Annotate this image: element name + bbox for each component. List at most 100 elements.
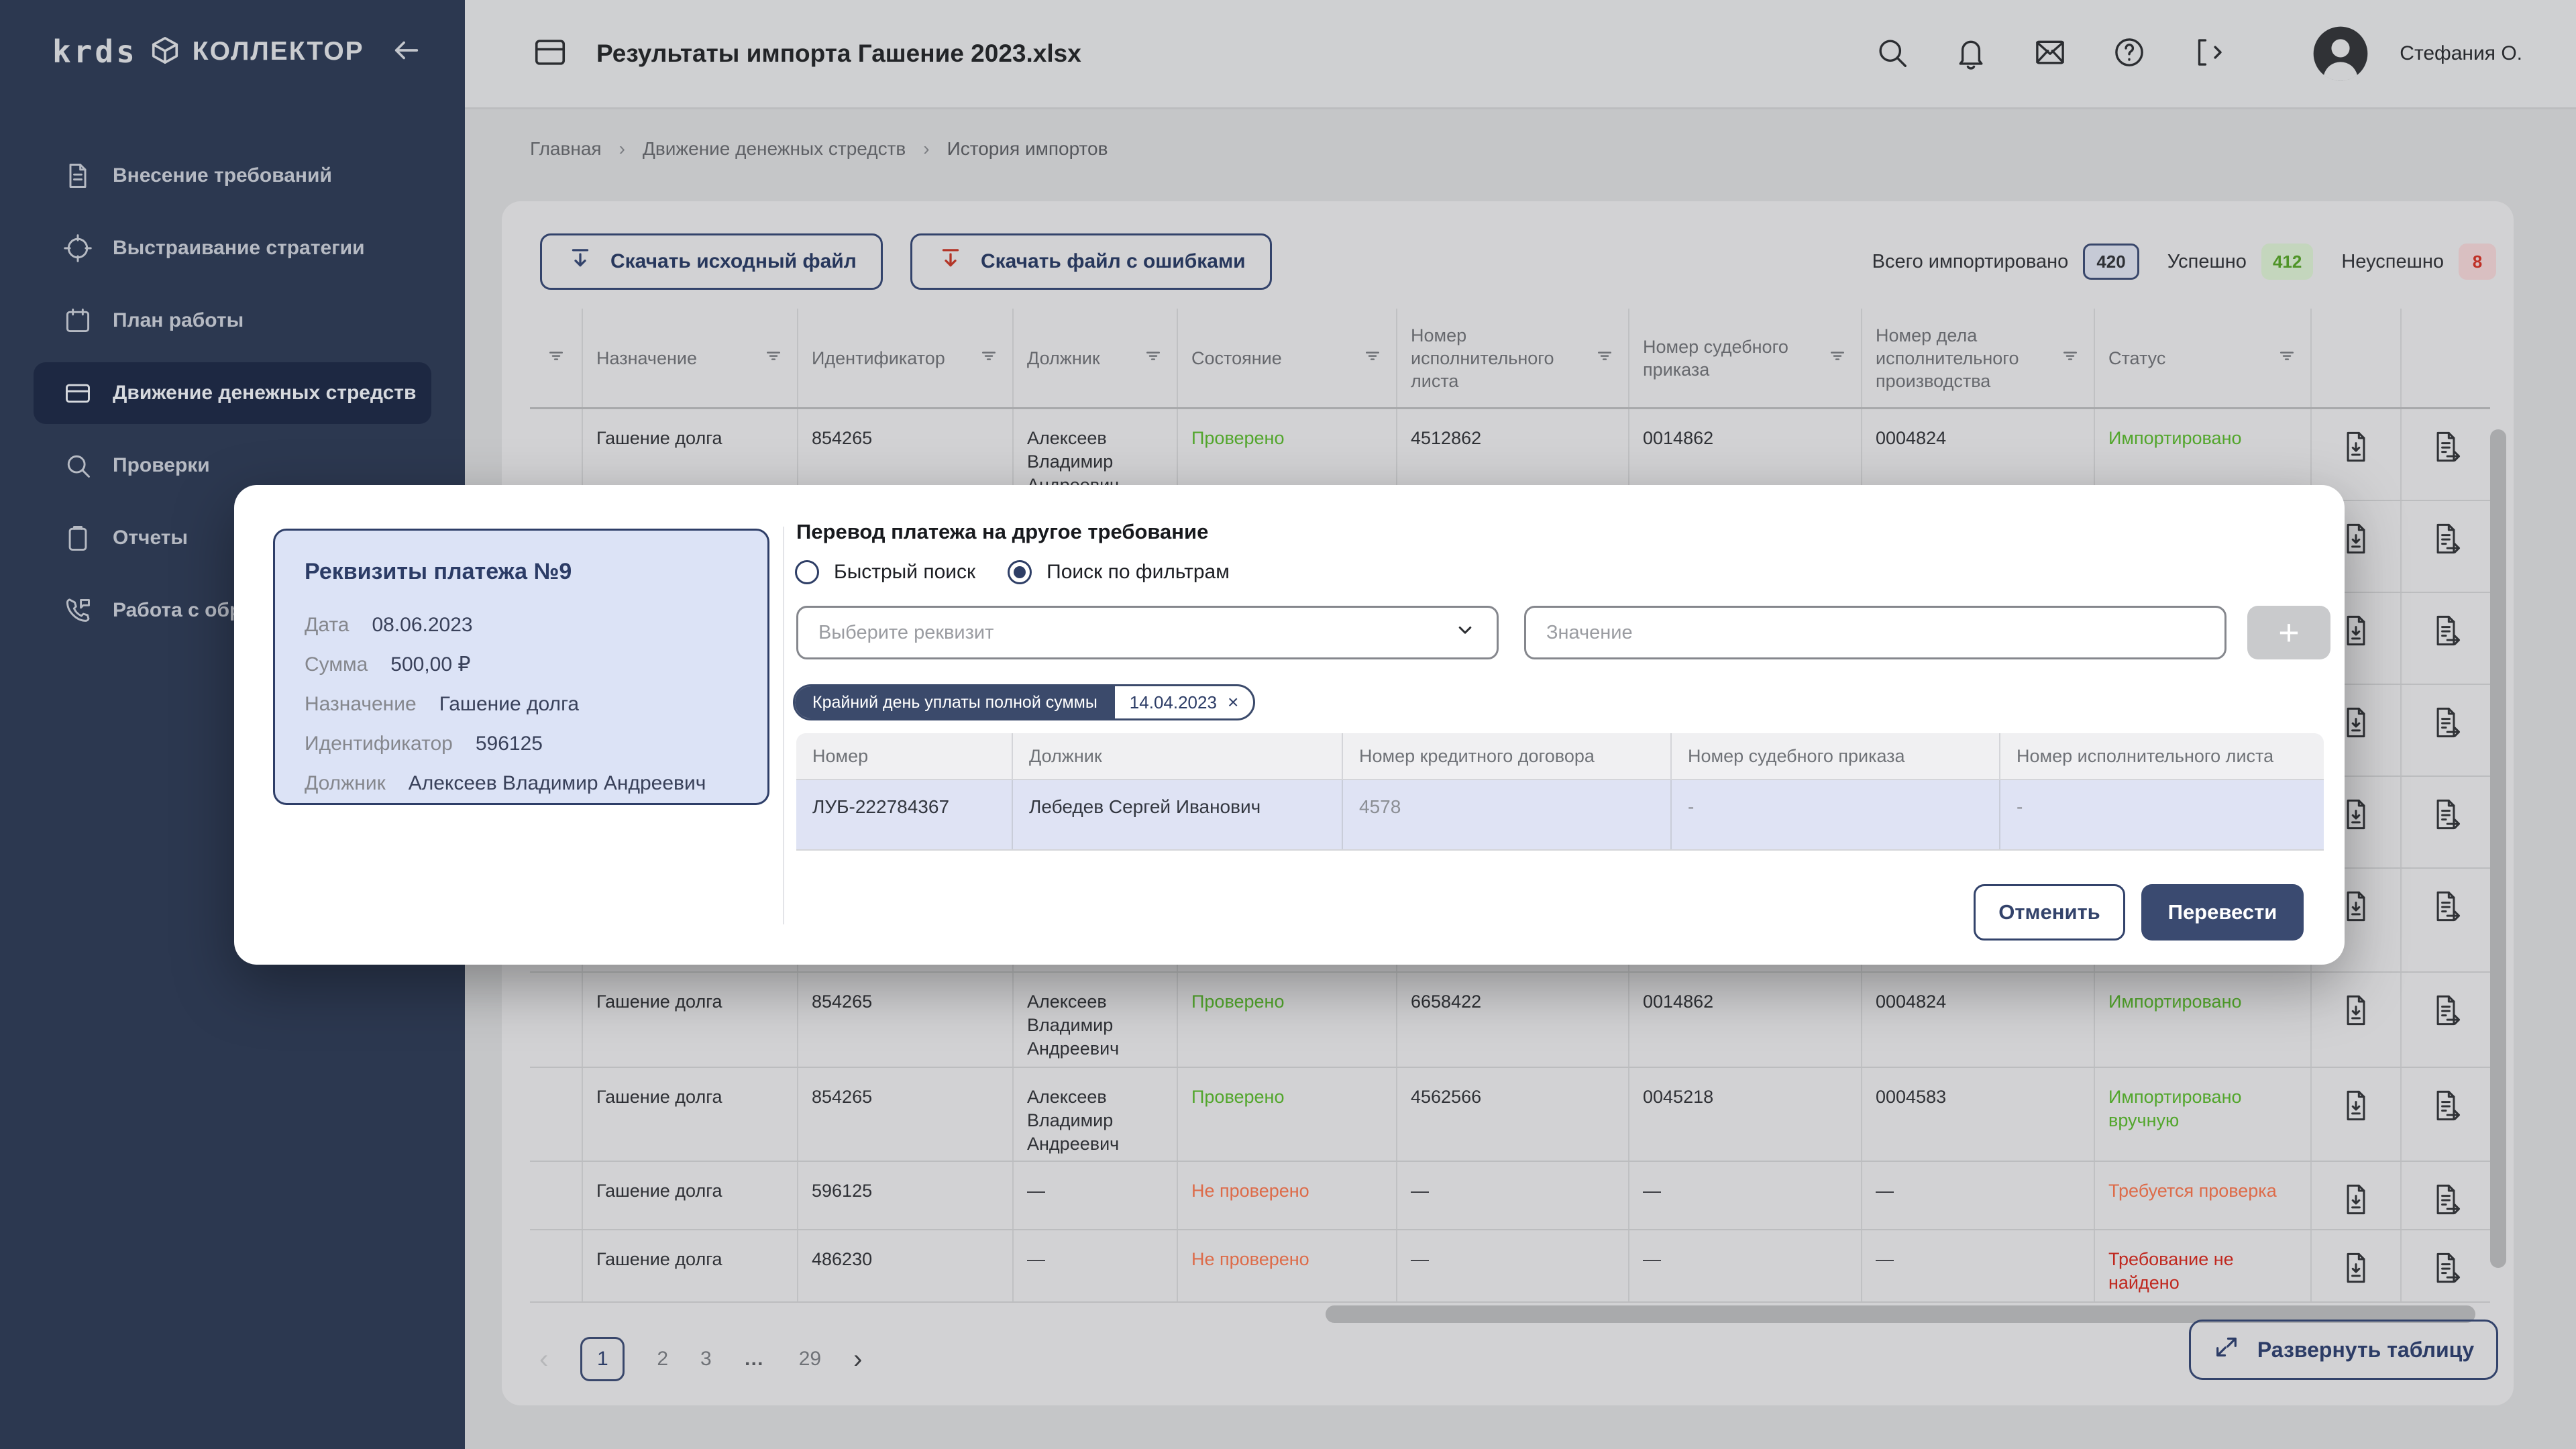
doc-transfer-button[interactable] bbox=[2428, 520, 2463, 574]
results-column-header: Номер исполнительного листа bbox=[1999, 733, 2324, 779]
search-icon bbox=[63, 451, 93, 480]
filter-icon[interactable] bbox=[546, 345, 566, 371]
doc-transfer-button[interactable] bbox=[2428, 1249, 2463, 1284]
page-title: Результаты импорта Гашение 2023.xlsx bbox=[596, 40, 1081, 68]
pagination-page[interactable]: 1 bbox=[580, 1337, 625, 1381]
help-button[interactable] bbox=[2111, 34, 2147, 74]
doc-transfer-button[interactable] bbox=[2428, 612, 2463, 666]
table-cell: 486230 bbox=[797, 1230, 1012, 1301]
filter-icon[interactable] bbox=[979, 345, 999, 371]
row-action-cell bbox=[2400, 501, 2490, 592]
filter-icon bbox=[546, 345, 566, 366]
credit-card-icon bbox=[63, 378, 93, 408]
vertical-scrollbar[interactable] bbox=[2490, 429, 2506, 1268]
app-screen: krds КОЛЛЕКТОР Внесение требованийВыстра… bbox=[0, 0, 2576, 1449]
download-icon bbox=[566, 245, 594, 278]
requisite-select-placeholder: Выберите реквизит bbox=[818, 622, 994, 644]
cancel-button[interactable]: Отменить bbox=[1974, 884, 2125, 941]
table-cell: Не проверено bbox=[1177, 1162, 1396, 1229]
doc-transfer-icon bbox=[2428, 1087, 2463, 1124]
sidebar-item[interactable]: Выстраивание стратегии bbox=[34, 217, 431, 279]
doc-download-button[interactable] bbox=[2339, 428, 2373, 482]
table-cell: — bbox=[1861, 1162, 2094, 1229]
results-row[interactable]: ЛУБ-222784367Лебедев Сергей Иванович4578… bbox=[796, 780, 2324, 851]
results-column-header: Номер кредитного договора bbox=[1342, 733, 1670, 779]
filter-icon bbox=[2277, 345, 2297, 366]
row-action-cell bbox=[2400, 1068, 2490, 1161]
pagination-page[interactable]: 2 bbox=[657, 1348, 668, 1371]
radio-label: Быстрый поиск bbox=[834, 561, 975, 584]
expand-table-button[interactable]: Развернуть таблицу bbox=[2189, 1320, 2498, 1380]
doc-transfer-button[interactable] bbox=[2428, 991, 2463, 1049]
window-icon bbox=[532, 34, 568, 74]
doc-download-icon bbox=[2339, 1181, 2373, 1218]
doc-download-button[interactable] bbox=[2339, 991, 2373, 1049]
breadcrumb-item[interactable]: Главная bbox=[530, 138, 602, 160]
radio-option[interactable]: Быстрый поиск bbox=[795, 560, 975, 584]
filter-icon[interactable] bbox=[1595, 345, 1615, 371]
requisite-select[interactable]: Выберите реквизит bbox=[796, 606, 1499, 659]
filter-icon[interactable] bbox=[1143, 345, 1163, 371]
search-button[interactable] bbox=[1874, 34, 1910, 74]
window-icon bbox=[532, 34, 568, 70]
logout-button[interactable] bbox=[2190, 34, 2226, 74]
row-filter-cell bbox=[530, 1068, 582, 1161]
column-header: Номер дела исполнительного производства bbox=[1861, 309, 2094, 407]
sidebar-item[interactable]: План работы bbox=[34, 290, 431, 352]
expand-icon bbox=[2213, 1334, 2240, 1366]
add-filter-button[interactable]: + bbox=[2247, 606, 2330, 659]
filter-icon[interactable] bbox=[2277, 345, 2297, 371]
doc-transfer-button[interactable] bbox=[2428, 888, 2463, 954]
clipboard-icon bbox=[63, 523, 93, 553]
logout-icon bbox=[2190, 34, 2226, 70]
transfer-button[interactable]: Перевести bbox=[2141, 884, 2304, 941]
filter-icon bbox=[2060, 345, 2080, 366]
pagination: ‹123…29› bbox=[539, 1335, 862, 1383]
column-label: Номер дела исполнительного производства bbox=[1876, 324, 2053, 392]
filter-icon[interactable] bbox=[1827, 345, 1847, 371]
sidebar-collapse-button[interactable] bbox=[391, 35, 422, 69]
doc-download-button[interactable] bbox=[2339, 1249, 2373, 1284]
field-value: 08.06.2023 bbox=[372, 605, 472, 645]
download-icon bbox=[566, 245, 594, 273]
doc-transfer-button[interactable] bbox=[2428, 428, 2463, 482]
pagination-next[interactable]: › bbox=[853, 1344, 862, 1375]
doc-transfer-button[interactable] bbox=[2428, 1181, 2463, 1212]
column-header: Статус bbox=[2094, 309, 2310, 407]
filter-icon[interactable] bbox=[763, 345, 784, 371]
row-action-cell bbox=[2310, 973, 2400, 1067]
table-cell: Требование не найдено bbox=[2094, 1230, 2310, 1301]
download-source-button[interactable]: Скачать исходный файл bbox=[540, 233, 883, 290]
breadcrumb-separator: › bbox=[923, 138, 929, 160]
pagination-page[interactable]: 3 bbox=[700, 1348, 712, 1371]
doc-download-button[interactable] bbox=[2339, 1181, 2373, 1212]
avatar[interactable] bbox=[2311, 24, 2370, 83]
bell-button[interactable] bbox=[1953, 34, 1989, 74]
transfer-payment-modal: Реквизиты платежа №9 Дата08.06.2023Сумма… bbox=[234, 485, 2345, 965]
pagination-page[interactable]: 29 bbox=[799, 1348, 821, 1371]
download-errors-button[interactable]: Скачать файл с ошибками bbox=[910, 233, 1272, 290]
breadcrumb-item[interactable]: Движение денежных стредств bbox=[643, 138, 906, 160]
doc-transfer-button[interactable] bbox=[2428, 796, 2463, 850]
row-filter-cell bbox=[530, 1162, 582, 1229]
expand-table-label: Развернуть таблицу bbox=[2257, 1338, 2474, 1362]
doc-transfer-icon bbox=[2428, 704, 2463, 741]
table-cell: 0004583 bbox=[1861, 1068, 2094, 1161]
sidebar-item[interactable]: Внесение требований bbox=[34, 145, 431, 207]
expand-icon bbox=[2213, 1334, 2240, 1360]
user-name: Стефания О. bbox=[2400, 42, 2522, 65]
radio-option[interactable]: Поиск по фильтрам bbox=[1008, 560, 1230, 584]
filter-icon[interactable] bbox=[2060, 345, 2080, 371]
doc-transfer-button[interactable] bbox=[2428, 1087, 2463, 1143]
sidebar-item[interactable]: Движение денежных стредств bbox=[34, 362, 431, 424]
filter-icon[interactable] bbox=[1362, 345, 1383, 371]
credit-card-icon bbox=[63, 378, 93, 408]
results-column-header: Номер судебного приказа bbox=[1670, 733, 1999, 779]
mail-button[interactable] bbox=[2032, 34, 2068, 74]
doc-download-button[interactable] bbox=[2339, 1087, 2373, 1143]
row-action-cell bbox=[2400, 593, 2490, 684]
value-input[interactable] bbox=[1524, 606, 2226, 659]
close-icon[interactable]: × bbox=[1228, 693, 1238, 712]
filter-chip[interactable]: Крайний день уплаты полной суммы 14.04.2… bbox=[793, 684, 1255, 720]
doc-transfer-button[interactable] bbox=[2428, 704, 2463, 758]
